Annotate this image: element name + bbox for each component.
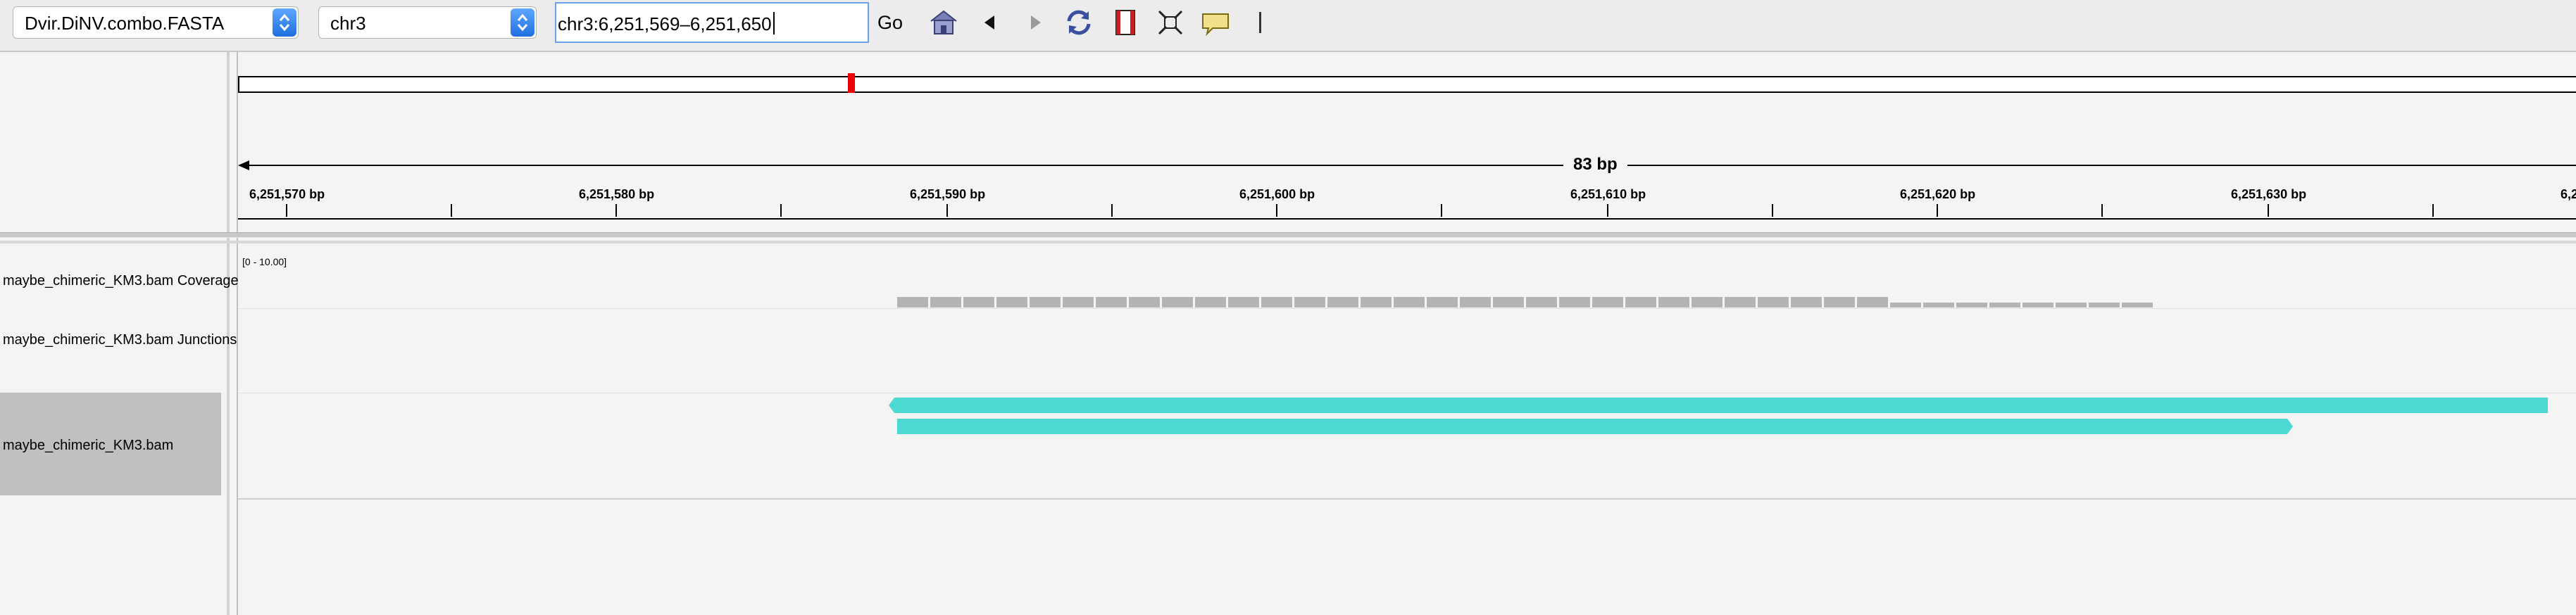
coverage-data-range: [0 - 10.00] xyxy=(242,256,287,267)
coverage-bin[interactable] xyxy=(1526,297,1557,308)
coverage-bin[interactable] xyxy=(1559,297,1590,308)
coverage-bin[interactable] xyxy=(1956,303,1987,308)
coverage-bin[interactable] xyxy=(1592,297,1623,308)
coverage-bin[interactable] xyxy=(1989,303,2020,308)
back-icon[interactable] xyxy=(973,6,1007,39)
coverage-bin[interactable] xyxy=(2056,303,2087,308)
popup-text-icon[interactable] xyxy=(1199,6,1232,39)
coverage-bin[interactable] xyxy=(963,297,994,308)
locus-input-value: chr3:6,251,569–6,251,650 xyxy=(558,13,772,34)
coverage-bin[interactable] xyxy=(1460,297,1491,308)
ruler-baseline xyxy=(238,218,2576,220)
panel-separator xyxy=(238,498,2576,500)
alignment-track[interactable] xyxy=(238,394,2576,436)
coverage-bin[interactable] xyxy=(1427,297,1458,308)
ruler-tick xyxy=(1772,204,1773,217)
ruler-tick xyxy=(2432,204,2434,217)
ruler-tick xyxy=(780,204,782,217)
coverage-bin[interactable] xyxy=(930,297,961,308)
coverage-bin[interactable] xyxy=(2089,303,2120,308)
header-divider[interactable] xyxy=(0,232,2576,238)
coverage-bin[interactable] xyxy=(1129,297,1160,308)
chevron-updown-icon xyxy=(273,8,296,37)
coverage-bin[interactable] xyxy=(1758,297,1789,308)
coverage-bin[interactable] xyxy=(1692,297,1722,308)
coverage-bin[interactable] xyxy=(1162,297,1193,308)
coverage-bin[interactable] xyxy=(897,297,928,308)
genome-dropdown[interactable]: Dvir.DiNV.combo.FASTA xyxy=(13,6,299,39)
ruler-tick xyxy=(1937,204,1938,217)
coverage-bin[interactable] xyxy=(1030,297,1061,308)
ruler-tick xyxy=(1441,204,1442,217)
coverage-bin[interactable] xyxy=(1857,297,1888,308)
coverage-bin[interactable] xyxy=(1791,297,1822,308)
chromosome-ideogram[interactable] xyxy=(238,76,2576,93)
ruler-tick xyxy=(1111,204,1113,217)
track-name-junctions[interactable]: maybe_chimeric_KM3.bam Junctions xyxy=(3,332,237,348)
coverage-bin[interactable] xyxy=(2022,303,2053,308)
ruler-tick-label: 6,251,630 bp xyxy=(2231,187,2307,201)
coverage-bin[interactable] xyxy=(996,297,1027,308)
coverage-bin[interactable] xyxy=(1394,297,1425,308)
chevron-updown-icon xyxy=(511,8,534,37)
home-icon[interactable] xyxy=(927,6,961,39)
toolbar: Dvir.DiNV.combo.FASTA chr3 chr3:6,251,56… xyxy=(0,0,2576,52)
go-button[interactable]: Go xyxy=(877,12,903,34)
ruler-tick-label: 6,251,610 bp xyxy=(1570,187,1646,201)
ruler-icon[interactable] xyxy=(1108,6,1142,39)
chromosome-dropdown-value: chr3 xyxy=(330,13,366,34)
ruler-tick xyxy=(615,204,617,217)
coverage-bin[interactable] xyxy=(1824,297,1855,308)
ruler-tick-label: 6,251,620 bp xyxy=(1900,187,1976,201)
ruler-tick-label: 6,2 xyxy=(2561,187,2576,201)
track-name-coverage[interactable]: maybe_chimeric_KM3.bam Coverage xyxy=(3,273,239,289)
ruler-tick xyxy=(2268,204,2269,217)
coverage-bin[interactable] xyxy=(2122,303,2153,308)
ruler-tick xyxy=(451,204,452,217)
coverage-bin[interactable] xyxy=(1228,297,1259,308)
coverage-bin[interactable] xyxy=(1063,297,1094,308)
ruler-tick xyxy=(2101,204,2103,217)
ruler-tick xyxy=(286,204,287,217)
coverage-bin[interactable] xyxy=(1890,303,1921,308)
ruler-tick-label: 6,251,570 bp xyxy=(249,187,325,201)
coverage-track[interactable] xyxy=(238,296,2576,310)
ruler-tick-label: 6,251,590 bp xyxy=(910,187,986,201)
header-divider-inner xyxy=(0,241,2576,243)
locus-input[interactable]: chr3:6,251,569–6,251,650 xyxy=(555,2,869,43)
coverage-bin[interactable] xyxy=(1658,297,1689,308)
fit-window-icon[interactable] xyxy=(1153,6,1187,39)
chromosome-dropdown[interactable]: chr3 xyxy=(318,6,537,39)
ideogram-current-region-marker xyxy=(848,73,855,93)
ruler-tick xyxy=(1607,204,1608,217)
text-caret xyxy=(773,12,775,34)
coverage-bin[interactable] xyxy=(1725,297,1756,308)
coverage-bin[interactable] xyxy=(1327,297,1358,308)
ruler-tick-label: 6,251,600 bp xyxy=(1239,187,1315,201)
coverage-bin[interactable] xyxy=(1361,297,1392,308)
refresh-icon[interactable] xyxy=(1062,6,1096,39)
scale-span-line xyxy=(238,160,2576,170)
coverage-bin[interactable] xyxy=(1625,297,1656,308)
ruler-tick-label: 6,251,580 bp xyxy=(579,187,655,201)
coverage-bin[interactable] xyxy=(1195,297,1226,308)
coverage-bin[interactable] xyxy=(1261,297,1292,308)
scale-label: 83 bp xyxy=(1563,155,1627,175)
ruler-tick xyxy=(946,204,948,217)
coverage-bin[interactable] xyxy=(1096,297,1127,308)
genome-dropdown-value: Dvir.DiNV.combo.FASTA xyxy=(25,13,225,34)
coverage-bin[interactable] xyxy=(1493,297,1524,308)
ruler-tick xyxy=(1276,204,1277,217)
forward-icon[interactable] xyxy=(1018,6,1052,39)
read-alignment-forward[interactable] xyxy=(897,419,2293,434)
read-alignment-reverse[interactable] xyxy=(889,398,2548,413)
coverage-bin[interactable] xyxy=(1294,297,1325,308)
coverage-bin[interactable] xyxy=(1923,303,1954,308)
toolbar-separator xyxy=(1259,12,1261,33)
track-name-alignments[interactable]: maybe_chimeric_KM3.bam xyxy=(3,438,173,454)
